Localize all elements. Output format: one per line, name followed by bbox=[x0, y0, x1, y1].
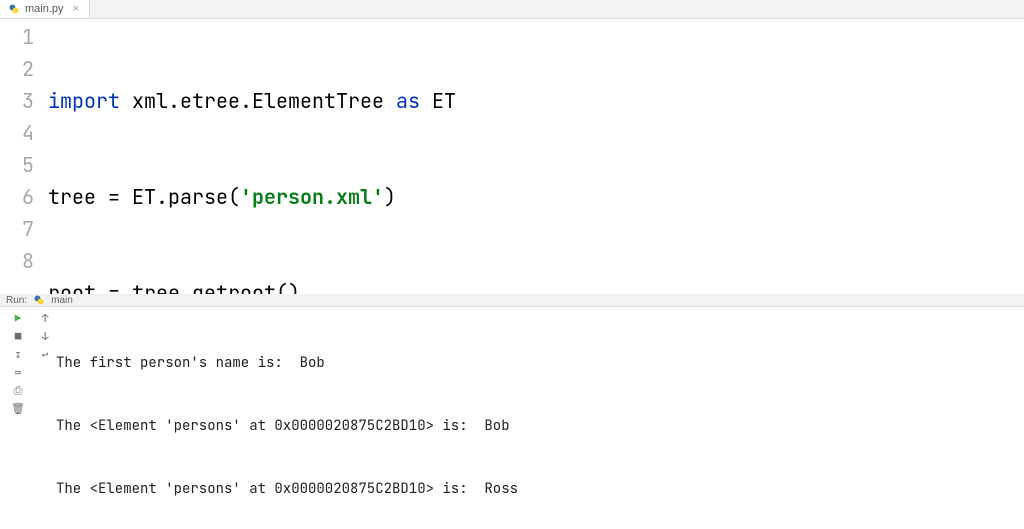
python-file-icon bbox=[33, 294, 45, 306]
rerun-icon[interactable]: ▶ bbox=[10, 311, 26, 327]
line-number: 7 bbox=[0, 213, 34, 245]
line-number: 3 bbox=[0, 85, 34, 117]
editor-tab-bar: main.py × bbox=[0, 0, 1024, 19]
code-editor[interactable]: 1 2 3 4 5 6 7 8 import xml.etree.Element… bbox=[0, 19, 1024, 294]
code-line: tree = ET.parse('person.xml') bbox=[48, 181, 1024, 213]
run-toolwindow: ▶ ■ ↧ ≔ ⎙ 🗑 ↑ ↓ ↩ The first person's nam… bbox=[0, 307, 1024, 529]
line-number: 2 bbox=[0, 53, 34, 85]
trash-icon[interactable]: 🗑 bbox=[10, 401, 26, 417]
console-line: The first person's name is: Bob bbox=[56, 353, 1024, 374]
line-number: 8 bbox=[0, 245, 34, 277]
print-icon[interactable]: ⎙ bbox=[10, 383, 26, 399]
code-line: root = tree.getroot() bbox=[48, 277, 1024, 294]
line-number: 4 bbox=[0, 117, 34, 149]
wrap-icon[interactable]: ↩ bbox=[37, 347, 53, 363]
run-config-name: main bbox=[51, 295, 73, 306]
python-file-icon bbox=[8, 3, 20, 15]
run-toolbar: ▶ ■ ↧ ≔ ⎙ 🗑 bbox=[0, 307, 36, 529]
code-line: import xml.etree.ElementTree as ET bbox=[48, 85, 1024, 117]
close-icon[interactable]: × bbox=[73, 3, 79, 15]
editor-tab-main[interactable]: main.py × bbox=[0, 0, 90, 18]
console-output[interactable]: The first person's name is: Bob The <Ele… bbox=[54, 307, 1024, 529]
step-icon[interactable]: ↧ bbox=[10, 347, 26, 363]
code-area[interactable]: import xml.etree.ElementTree as ET tree … bbox=[48, 19, 1024, 294]
line-number: 5 bbox=[0, 149, 34, 181]
line-number: 1 bbox=[0, 21, 34, 53]
console-line: The <Element 'persons' at 0x0000020875C2… bbox=[56, 416, 1024, 437]
layout-icon[interactable]: ≔ bbox=[10, 365, 26, 381]
line-number: 6 bbox=[0, 181, 34, 213]
line-number-gutter: 1 2 3 4 5 6 7 8 bbox=[0, 19, 48, 294]
console-line: The <Element 'persons' at 0x0000020875C2… bbox=[56, 479, 1024, 500]
stop-icon[interactable]: ■ bbox=[10, 329, 26, 345]
editor-tab-label: main.py bbox=[25, 3, 64, 15]
down-arrow-icon[interactable]: ↓ bbox=[37, 329, 53, 345]
run-toolbar-secondary: ↑ ↓ ↩ bbox=[36, 307, 54, 529]
up-arrow-icon[interactable]: ↑ bbox=[37, 311, 53, 327]
run-toolwindow-header: Run: main bbox=[0, 294, 1024, 307]
run-label: Run: bbox=[6, 295, 27, 306]
